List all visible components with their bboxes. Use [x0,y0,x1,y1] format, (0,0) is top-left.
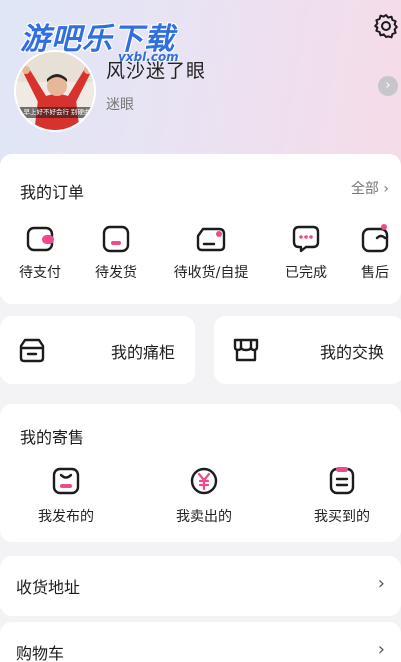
chat-icon [292,225,320,253]
settings-gear-icon[interactable] [372,12,400,40]
avatar[interactable]: 早上好不好会行 别硬曲 [14,50,96,132]
my-cabinet-label: 我的痛柜 [110,343,175,362]
my-cabinet-tile[interactable]: 我的痛柜 [0,316,195,384]
chevron-right-icon: › [377,639,385,660]
bag-icon [52,467,80,495]
consignment-card: 我的寄售 我发布的 我卖出的 我买到的 [0,404,401,542]
box-icon [102,225,130,253]
orders-all-link[interactable]: 全部 › [351,178,389,198]
cabinet-icon [19,338,45,363]
delivery-icon [196,227,226,252]
shopping-cart-row[interactable]: 购物车 › [0,622,401,662]
order-label: 待支付 [19,265,61,281]
consign-label: 我发布的 [38,509,94,525]
consign-published[interactable]: 我发布的 [16,466,116,526]
receipt-icon [329,467,355,495]
store-icon [233,338,259,362]
consign-bought[interactable]: 我买到的 [292,466,392,526]
order-pending-receipt[interactable]: 待收货/自提 [164,224,258,282]
consign-label: 我买到的 [314,509,370,525]
return-icon [361,224,389,253]
order-after-sales[interactable]: 售后 [352,224,398,282]
chevron-right-icon: › [377,573,385,594]
yen-icon [190,467,218,495]
order-label: 待发货 [95,265,137,281]
order-pending-payment[interactable]: 待支付 [14,224,66,282]
order-label: 待收货/自提 [173,265,249,281]
my-exchange-label: 我的交换 [319,343,384,362]
order-completed[interactable]: 已完成 [280,224,332,282]
consign-sold[interactable]: 我卖出的 [154,466,254,526]
shopping-cart-label: 购物车 [16,644,65,662]
username[interactable]: 风沙迷了眼 [106,56,206,83]
consignment-title: 我的寄售 [20,428,85,447]
shipping-address-row[interactable]: 收货地址 › [0,556,401,616]
orders-title: 我的订单 [20,183,85,202]
consign-label: 我卖出的 [176,509,232,525]
profile-arrow-icon[interactable]: › [378,76,398,96]
user-subtitle: 迷眼 [106,97,134,113]
orders-card: 我的订单 全部 › 待支付 待发货 待收货/自提 已完成 售后 [0,154,401,304]
shipping-address-label: 收货地址 [16,578,81,597]
avatar-caption: 早上好不好会行 别硬曲 [16,107,94,118]
wallet-icon [26,226,54,252]
order-pending-shipment[interactable]: 待发货 [90,224,142,282]
order-label: 售后 [361,265,389,281]
order-label: 已完成 [285,265,327,281]
my-exchange-tile[interactable]: 我的交换 [214,316,401,384]
